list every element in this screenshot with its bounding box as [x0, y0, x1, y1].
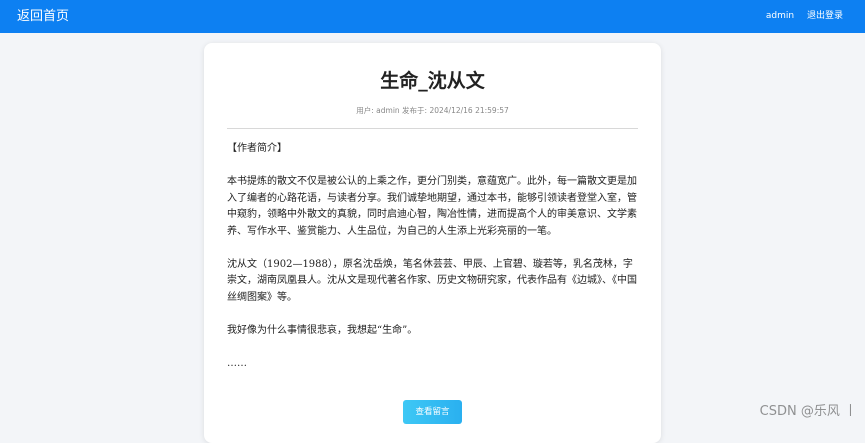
- content-paragraph: 沈从文（1902—1988），原名沈岳焕，笔名休芸芸、甲辰、上官碧、璇若等，乳名…: [227, 258, 637, 303]
- content-paragraph: ……: [227, 357, 247, 369]
- article-meta: 用户: admin 发布于: 2024/12/16 21:59:57: [204, 106, 661, 116]
- csdn-watermark: CSDN @乐风 丨: [759, 404, 857, 419]
- content-paragraph: 我好像为什么事情很悲哀，我想起“生命”。: [227, 324, 418, 336]
- logout-link[interactable]: 退出登录: [807, 11, 843, 21]
- view-comments-button[interactable]: 查看留言: [403, 400, 462, 424]
- user-nav: admin 退出登录: [756, 10, 843, 22]
- content-paragraph: 本书提炼的散文不仅是被公认的上乘之作，更分门别类，意蕴宽广。此外，每一篇散文更是…: [227, 176, 637, 237]
- content-paragraph: 【作者简介】: [227, 143, 287, 154]
- article-card: 生命_沈从文 用户: admin 发布于: 2024/12/16 21:59:5…: [204, 43, 661, 443]
- meta-user-label: 用户:: [356, 106, 374, 115]
- article-content: 【作者简介】 本书提炼的散文不仅是被公认的上乘之作，更分门别类，意蕴宽广。此外，…: [227, 141, 641, 372]
- meta-posted-label: 发布于:: [402, 106, 428, 115]
- top-navbar: 返回首页 admin 退出登录: [0, 0, 865, 33]
- article-title: 生命_沈从文: [380, 70, 485, 92]
- username-link[interactable]: admin: [766, 11, 794, 21]
- meta-username: admin: [376, 106, 400, 115]
- title-divider: [227, 128, 638, 129]
- meta-datetime: 2024/12/16 21:59:57: [429, 106, 509, 115]
- home-link[interactable]: 返回首页: [17, 8, 69, 25]
